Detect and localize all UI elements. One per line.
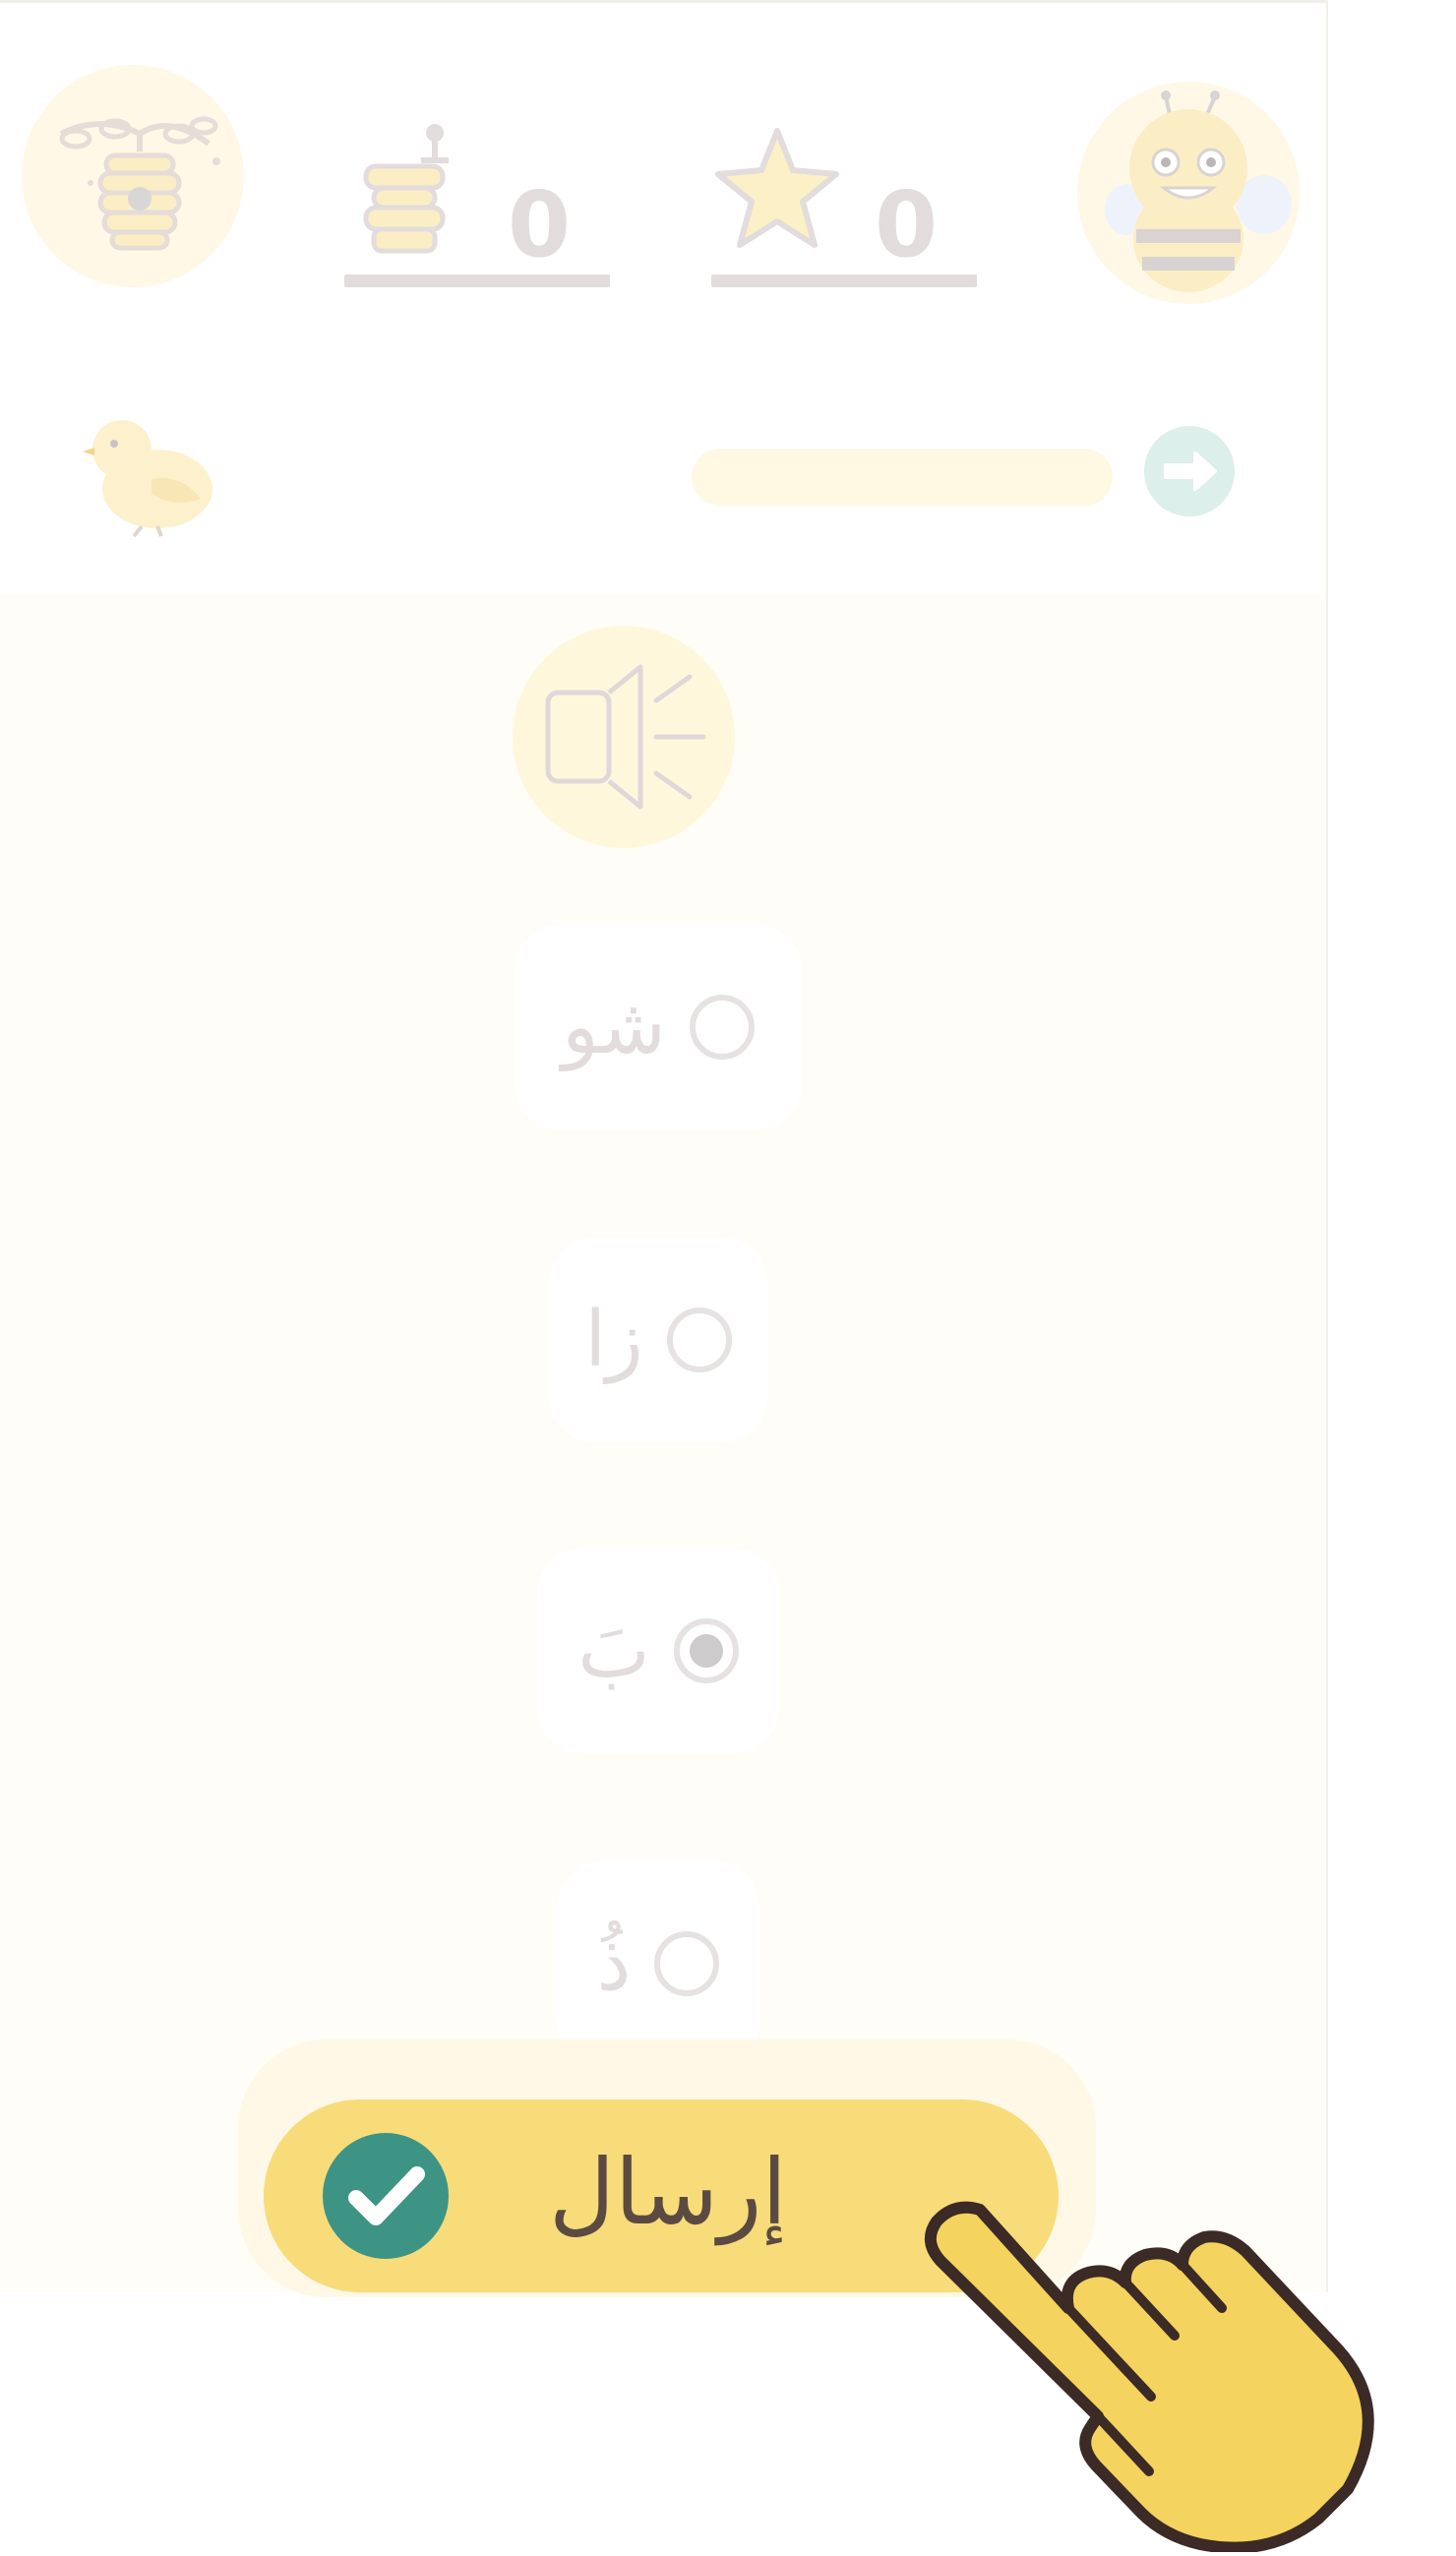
audio-play-button[interactable] [513,626,735,848]
answer-option-4[interactable]: ذُ [557,1861,759,2066]
answer-option-label: ذُ [596,1919,632,2008]
bee-avatar-button[interactable] [1077,82,1300,304]
radio-button[interactable] [689,995,755,1060]
radio-button[interactable] [654,1931,720,1996]
radio-button[interactable] [666,1308,732,1372]
honey-jar-icon [352,121,460,263]
checkmark-icon [323,2133,449,2259]
app-screen: 0 0 شو زا بَ ذُ إرسال [0,0,1328,2297]
answer-option-label: زا [584,1296,643,1384]
bee-avatar-icon [1105,91,1292,292]
next-button[interactable] [1144,426,1235,517]
answer-option-1[interactable]: شو [515,925,802,1129]
answer-option-3[interactable]: بَ [537,1549,779,1753]
honey-count: 0 [508,172,572,277]
honey-underline [344,274,610,287]
star-icon [708,125,846,257]
chick-icon [83,404,220,542]
answer-option-label: بَ [577,1607,650,1695]
hive-button[interactable] [22,65,244,287]
submit-label: إرسال [549,2140,787,2245]
star-count: 0 [875,172,939,277]
star-underline [711,274,977,287]
top-bar: 0 0 [0,0,1326,593]
arrow-right-icon [1164,452,1217,491]
progress-bar [692,449,1113,506]
answer-option-2[interactable]: زا [549,1238,767,1442]
pointing-hand-icon [915,2115,1456,2556]
beehive-icon [59,116,220,251]
answer-option-label: شو [562,983,666,1071]
speaker-icon [545,664,706,810]
radio-button-selected[interactable] [673,1618,739,1683]
